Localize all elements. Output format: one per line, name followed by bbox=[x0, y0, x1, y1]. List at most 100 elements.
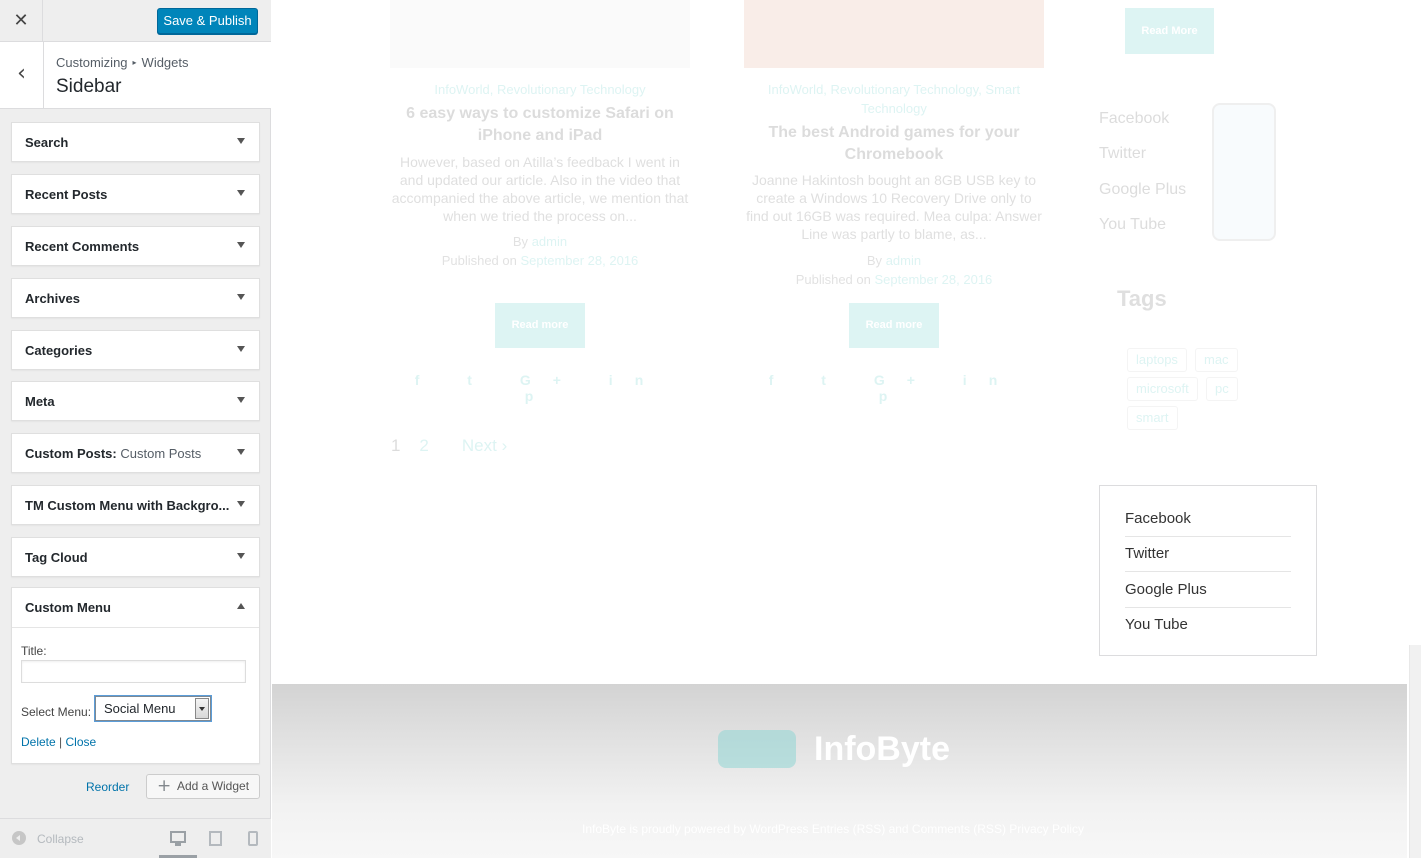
read-more-button[interactable]: Read more bbox=[495, 303, 585, 348]
share-icons[interactable]: f t G+ in p bbox=[744, 372, 1044, 404]
widget-title-main: Custom Posts: bbox=[25, 446, 117, 461]
dropdown-arrow-icon[interactable] bbox=[195, 698, 209, 719]
post-thumbnail[interactable] bbox=[744, 0, 1044, 68]
expand-arrow-icon[interactable] bbox=[237, 553, 245, 559]
expand-arrow-icon[interactable] bbox=[237, 449, 245, 455]
page-1: 1 bbox=[391, 436, 401, 455]
next-page-link[interactable]: Next › bbox=[462, 436, 507, 455]
title-input[interactable] bbox=[21, 660, 246, 683]
post-author: By admin bbox=[744, 251, 1044, 270]
tag-link[interactable]: smart bbox=[1127, 406, 1178, 430]
tm-menu-google-plus[interactable]: Google Plus bbox=[1099, 181, 1186, 199]
widget-actions: Delete | Close bbox=[21, 735, 96, 749]
widget-search[interactable]: Search bbox=[11, 122, 260, 162]
post-excerpt: Joanne Hakintosh bought an 8GB USB key t… bbox=[746, 172, 1042, 242]
desktop-preview-icon[interactable] bbox=[170, 831, 186, 846]
expand-arrow-icon[interactable] bbox=[237, 138, 245, 144]
reorder-link[interactable]: Reorder bbox=[86, 780, 129, 794]
widget-title: Categories bbox=[25, 343, 93, 358]
share-icons[interactable]: f t G+ in p bbox=[390, 372, 690, 404]
site-footer: InfoByte InfoByte is proudly powered by … bbox=[272, 684, 1407, 858]
tag-link[interactable]: microsoft bbox=[1127, 377, 1198, 401]
widget-title-sub: Custom Posts bbox=[120, 446, 202, 461]
expand-arrow-icon[interactable] bbox=[237, 294, 245, 300]
tm-menu-facebook[interactable]: Facebook bbox=[1099, 110, 1169, 128]
widget-recent-posts[interactable]: Recent Posts bbox=[11, 174, 260, 214]
tm-menu-twitter[interactable]: Twitter bbox=[1099, 145, 1146, 163]
date-link[interactable]: September 28, 2016 bbox=[874, 272, 992, 287]
sidebar-read-more-button[interactable]: Read More bbox=[1125, 8, 1214, 54]
post-title[interactable]: 6 easy ways to customize Safari on iPhon… bbox=[390, 103, 690, 147]
widget-tm-custom-menu[interactable]: TM Custom Menu with Backgro... bbox=[11, 485, 260, 525]
expand-arrow-icon[interactable] bbox=[237, 242, 245, 248]
collapse-label[interactable]: Collapse bbox=[37, 832, 84, 846]
add-widget-button[interactable]: + Add a Widget bbox=[146, 774, 260, 799]
tag-link[interactable]: laptops bbox=[1127, 348, 1187, 372]
widget-title: Recent Comments bbox=[25, 239, 140, 254]
title-field-label: Title: bbox=[21, 644, 47, 658]
post-date: Published on September 28, 2016 bbox=[390, 251, 690, 270]
collapse-arrow-icon[interactable] bbox=[12, 831, 26, 845]
action-divider: | bbox=[59, 735, 63, 749]
tm-menu-youtube[interactable]: You Tube bbox=[1099, 216, 1166, 234]
date-link[interactable]: September 28, 2016 bbox=[520, 253, 638, 268]
expand-arrow-icon[interactable] bbox=[237, 397, 245, 403]
collapse-arrow-icon[interactable] bbox=[237, 603, 245, 609]
published-prefix: Published on bbox=[441, 253, 517, 268]
menu-item-youtube[interactable]: You Tube bbox=[1125, 607, 1291, 643]
plus-icon: + bbox=[157, 776, 172, 796]
published-prefix: Published on bbox=[795, 272, 871, 287]
post-title[interactable]: The best Android games for your Chromebo… bbox=[744, 122, 1044, 166]
widget-archives[interactable]: Archives bbox=[11, 278, 260, 318]
page-2-link[interactable]: 2 bbox=[419, 436, 428, 455]
author-link[interactable]: admin bbox=[886, 253, 921, 268]
widget-meta[interactable]: Meta bbox=[11, 381, 260, 421]
delete-widget-link[interactable]: Delete bbox=[21, 735, 56, 749]
footer-credits: InfoByte is proudly powered by WordPress… bbox=[582, 822, 1084, 836]
section-title: Sidebar bbox=[56, 76, 122, 97]
widget-title: Meta bbox=[25, 394, 55, 409]
tags-heading: Tags bbox=[1117, 286, 1167, 311]
post-date: Published on September 28, 2016 bbox=[744, 270, 1044, 289]
widget-tag-cloud[interactable]: Tag Cloud bbox=[11, 537, 260, 577]
widget-title: Custom Menu bbox=[25, 600, 111, 615]
widget-title: Recent Posts bbox=[25, 187, 108, 202]
widget-title: Custom Posts: Custom Posts bbox=[25, 446, 201, 461]
read-more-button[interactable]: Read more bbox=[849, 303, 939, 348]
tag-link[interactable]: pc bbox=[1206, 377, 1238, 401]
breadcrumb: Customizing ▸ Widgets bbox=[56, 55, 189, 70]
tablet-preview-icon[interactable] bbox=[209, 831, 222, 846]
post-categories[interactable]: InfoWorld, Revolutionary Technology, Sma… bbox=[744, 80, 1044, 118]
expand-arrow-icon[interactable] bbox=[237, 501, 245, 507]
post-thumbnail[interactable] bbox=[390, 0, 690, 68]
widget-categories[interactable]: Categories bbox=[11, 330, 260, 370]
select-menu-dropdown[interactable]: Social Menu bbox=[94, 695, 212, 722]
post-categories[interactable]: InfoWorld, Revolutionary Technology bbox=[390, 80, 690, 99]
scrollbar-thumb[interactable] bbox=[1409, 645, 1421, 858]
close-widget-link[interactable]: Close bbox=[66, 735, 97, 749]
widget-custom-menu-header[interactable]: Custom Menu bbox=[12, 588, 259, 628]
post-card: InfoWorld, Revolutionary Technology, Sma… bbox=[744, 0, 1044, 420]
widget-title: TM Custom Menu with Backgro... bbox=[25, 498, 230, 513]
widget-title: Tag Cloud bbox=[25, 550, 88, 565]
breadcrumb-customizing: Customizing bbox=[56, 55, 128, 70]
customizer-header: ✕ Save & Publish bbox=[0, 0, 271, 42]
expand-arrow-icon[interactable] bbox=[237, 346, 245, 352]
close-customizer-button[interactable]: ✕ bbox=[0, 0, 43, 42]
breadcrumb-separator-icon: ▸ bbox=[132, 58, 137, 67]
menu-item-twitter[interactable]: Twitter bbox=[1125, 536, 1291, 572]
expand-arrow-icon[interactable] bbox=[237, 190, 245, 196]
widget-title: Search bbox=[25, 135, 69, 150]
menu-item-facebook[interactable]: Facebook bbox=[1125, 501, 1291, 537]
section-header: ‹ Customizing ▸ Widgets Sidebar bbox=[0, 42, 271, 109]
widget-recent-comments[interactable]: Recent Comments bbox=[11, 226, 260, 266]
tablet-image bbox=[1212, 103, 1276, 241]
widget-custom-posts[interactable]: Custom Posts: Custom Posts bbox=[11, 433, 260, 473]
back-button[interactable]: ‹ bbox=[0, 42, 44, 108]
save-publish-button[interactable]: Save & Publish bbox=[157, 8, 258, 34]
author-link[interactable]: admin bbox=[532, 234, 567, 249]
menu-item-google-plus[interactable]: Google Plus bbox=[1125, 572, 1291, 608]
pagination: 1 2 Next › bbox=[391, 436, 507, 456]
tag-link[interactable]: mac bbox=[1195, 348, 1238, 372]
mobile-preview-icon[interactable] bbox=[248, 831, 258, 846]
